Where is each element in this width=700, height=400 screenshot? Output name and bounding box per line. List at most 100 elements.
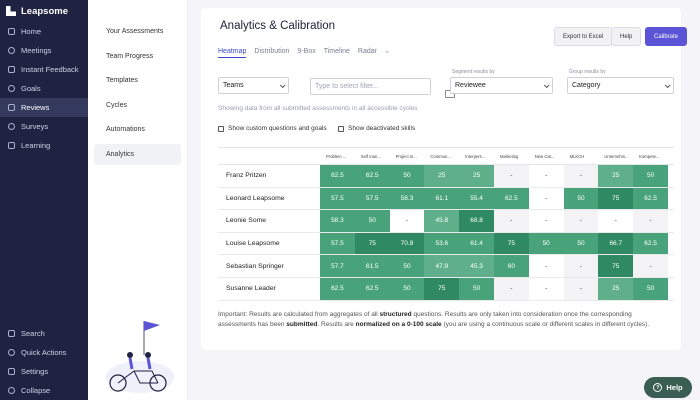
tab-distribution[interactable]: Distribution [254,48,289,58]
help-fab[interactable]: ? Help [644,377,692,398]
reviewee-name[interactable]: Leonie Some [218,210,320,232]
heatmap-cell[interactable]: - [493,165,529,187]
nav-item-meetings[interactable]: Meetings [0,41,88,60]
heatmap-cell[interactable]: 45.3 [459,255,494,277]
heatmap-cell[interactable]: 47.9 [424,255,460,277]
subnav-item-automations[interactable]: Automations [94,119,181,140]
heatmap-cell[interactable]: - [528,187,564,210]
reviewee-name[interactable]: Louise Leapsome [218,233,320,255]
heatmap-cell[interactable]: 53.6 [424,232,460,255]
heatmap-cell[interactable]: 62.5 [633,232,668,255]
subnav-item-your-assessments[interactable]: Your Assessments [94,21,181,42]
heatmap-cell[interactable]: 57.5 [320,187,355,210]
nav-item-settings[interactable]: Settings [0,362,88,381]
heatmap-cell[interactable]: 62.5 [320,165,355,187]
heatmap-cell[interactable]: - [528,210,564,232]
heatmap-cell[interactable]: 61.1 [424,187,460,210]
heatmap-cell[interactable]: - [563,165,599,187]
subnav-item-team-progress[interactable]: Team Progress [94,46,181,67]
heatmap-cell[interactable]: 50 [389,277,425,300]
heatmap-cell[interactable]: 50 [354,210,390,232]
heatmap-cell[interactable]: 62.5 [493,187,529,210]
tab-radar[interactable]: Radar [358,48,377,58]
tab-timeline[interactable]: Timeline [324,48,350,58]
heatmap-column-header[interactable]: Commun... [424,148,459,164]
heatmap-cell[interactable]: 58.3 [389,187,425,210]
nav-item-reviews[interactable]: Reviews [0,98,88,117]
heatmap-cell[interactable]: 50 [633,165,668,187]
filter-input[interactable]: Type to select filter... [310,78,431,95]
heatmap-cell[interactable]: - [528,277,564,300]
reviewee-name[interactable]: Susanne Leader [218,278,320,300]
heatmap-column-header[interactable]: Problem ... [320,148,355,164]
heatmap-cell[interactable]: 75 [598,255,634,277]
heatmap-cell[interactable]: 68.8 [459,210,494,232]
heatmap-column-header[interactable]: New Cat... [529,148,564,164]
team-select[interactable]: Teams [218,77,289,94]
brand-logo[interactable]: Leapsome [0,0,88,22]
heatmap-cell[interactable]: - [563,210,599,232]
heatmap-column-header[interactable]: MLKCH [564,148,599,164]
subnav-item-analytics[interactable]: Analytics [94,143,181,165]
reviewee-name[interactable]: Franz Pritzen [218,165,320,187]
heatmap-cell[interactable]: 45.8 [424,210,460,232]
tab-9-box[interactable]: 9-Box [297,48,315,58]
heatmap-cell[interactable]: 66.7 [598,232,634,255]
heatmap-cell[interactable]: - [389,210,425,232]
heatmap-column-header[interactable]: Kompete... [633,148,668,164]
heatmap-cell[interactable]: 50 [563,232,599,255]
group-select[interactable]: Category [567,77,674,94]
heatmap-cell[interactable]: - [598,210,634,232]
heatmap-column-header[interactable]: Interpers... [459,148,494,164]
heatmap-cell[interactable]: - [493,210,529,232]
subnav-item-templates[interactable]: Templates [94,70,181,91]
nav-item-home[interactable]: Home [0,22,88,41]
heatmap-cell[interactable]: 50 [633,277,668,300]
heatmap-column-header[interactable]: Self man... [355,148,390,164]
heatmap-cell[interactable]: 75 [493,232,529,255]
heatmap-cell[interactable]: 50 [459,277,494,300]
heatmap-cell[interactable]: 62.5 [633,187,668,210]
nav-item-quick-actions[interactable]: Quick Actions [0,343,88,362]
heatmap-cell[interactable]: - [633,210,668,232]
heatmap-cell[interactable]: 50 [389,165,425,187]
heatmap-cell[interactable]: - [563,277,599,300]
broadcast-icon[interactable]: ⌁ [385,48,389,58]
heatmap-cell[interactable]: 25 [459,165,494,187]
heatmap-cell[interactable]: 60 [493,255,529,277]
heatmap-cell[interactable]: 58.3 [320,210,355,232]
heatmap-cell[interactable]: 75 [424,277,460,300]
heatmap-cell[interactable]: 70.8 [389,232,425,255]
help-button[interactable]: Help [611,27,642,46]
deactivated-skills-toggle[interactable]: Show deactivated skills [338,125,415,132]
reviewee-name[interactable]: Sebastian Springer [218,255,320,277]
custom-questions-toggle[interactable]: Show custom questions and goals [218,125,327,132]
heatmap-column-header[interactable]: Marketing [494,148,529,164]
nav-item-learning[interactable]: Learning [0,136,88,155]
nav-item-collapse[interactable]: Collapse [0,381,88,400]
nav-item-search[interactable]: Search [0,324,88,343]
nav-item-instant-feedback[interactable]: Instant Feedback [0,60,88,79]
heatmap-cell[interactable]: 50 [389,255,425,277]
checkbox[interactable] [218,125,224,132]
export-excel-button[interactable]: Export to Excel [554,27,613,46]
heatmap-cell[interactable]: 55.4 [459,187,494,210]
heatmap-column-header[interactable]: Project m... [390,148,425,164]
heatmap-cell[interactable]: 75 [354,232,390,255]
heatmap-cell[interactable]: - [528,165,564,187]
heatmap-cell[interactable]: - [528,255,564,277]
heatmap-cell[interactable]: - [633,255,668,277]
heatmap-cell[interactable]: 57.5 [354,187,390,210]
heatmap-cell[interactable]: 50 [563,187,599,210]
heatmap-cell[interactable]: 25 [598,277,634,300]
heatmap-cell[interactable]: 62.5 [354,165,390,187]
heatmap-column-header[interactable]: Unternehm... [598,148,633,164]
heatmap-cell[interactable]: 62.5 [320,277,355,300]
nav-item-surveys[interactable]: Surveys [0,117,88,136]
heatmap-cell[interactable]: 57.5 [320,232,355,255]
heatmap-cell[interactable]: - [493,277,529,300]
subnav-item-cycles[interactable]: Cycles [94,95,181,116]
reviewee-name[interactable]: Leonard Leapsome [218,188,320,210]
heatmap-cell[interactable]: - [563,255,599,277]
segment-select[interactable]: Reviewee [450,77,553,94]
